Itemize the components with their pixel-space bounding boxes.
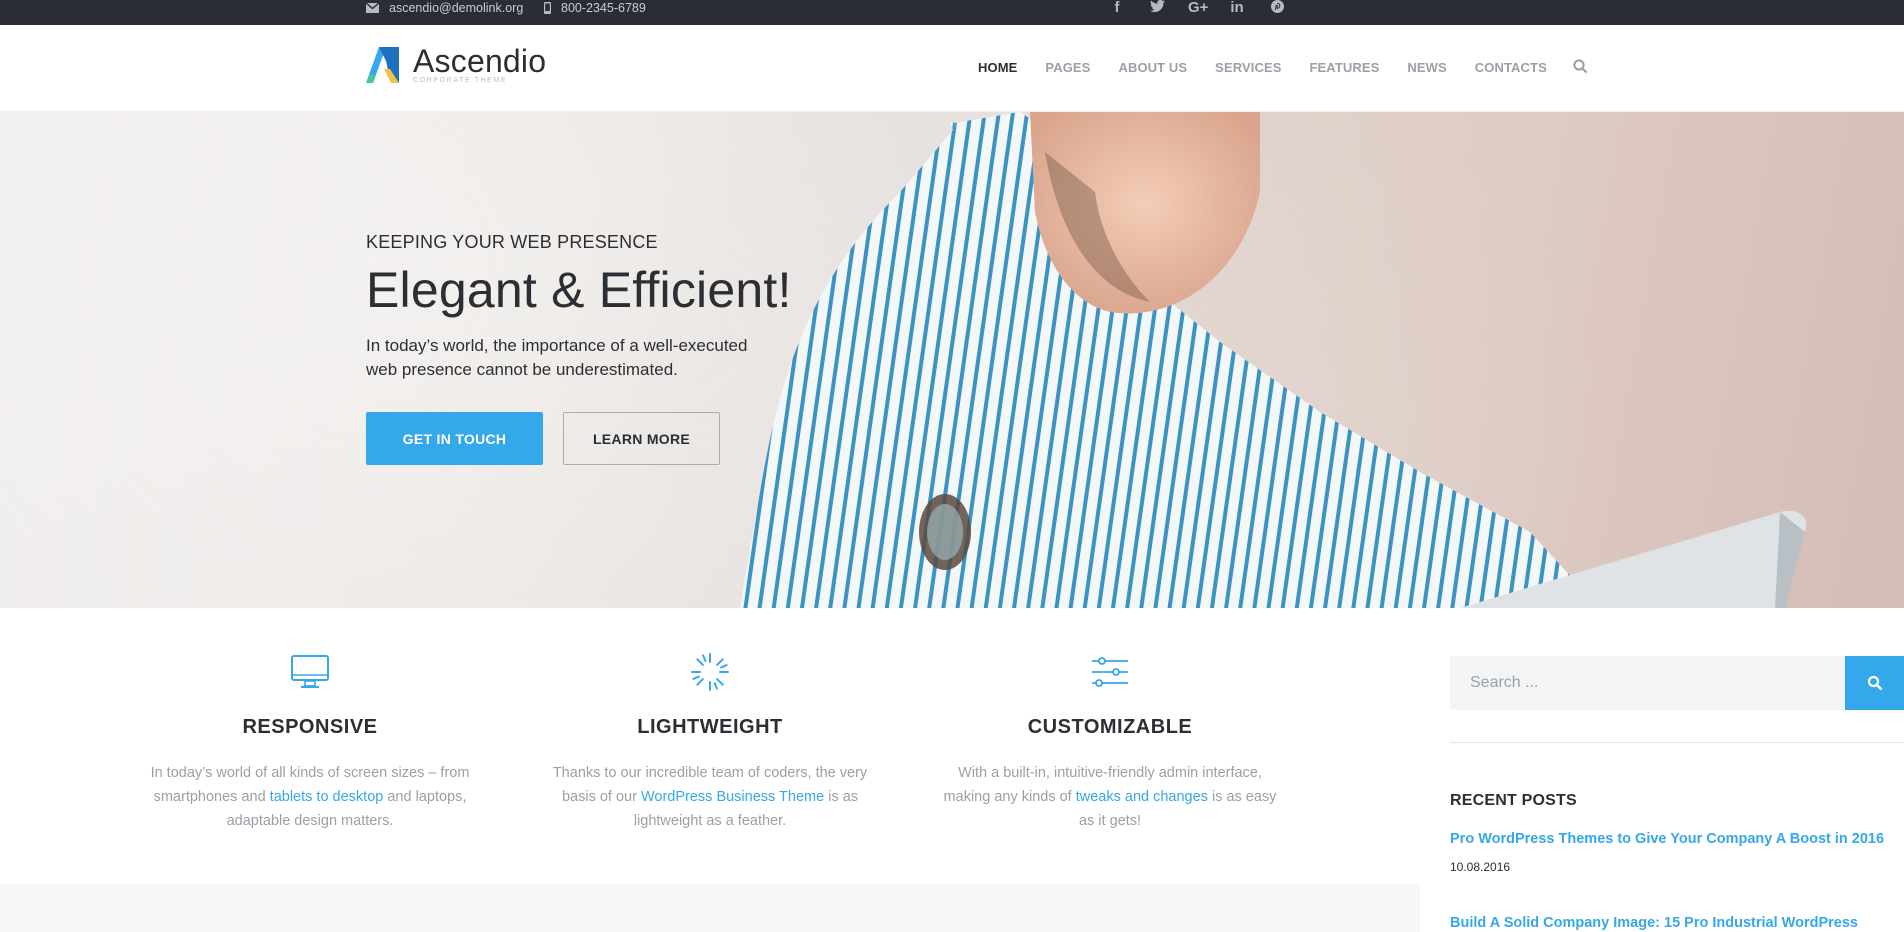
- phone-contact[interactable]: 800-2345-6789: [544, 0, 646, 16]
- linkedin-icon[interactable]: in: [1228, 0, 1246, 16]
- divider: [1450, 742, 1904, 743]
- top-bar: ascendio@demolink.org 800-2345-6789 f G+…: [0, 0, 1904, 25]
- feature-responsive: RESPONSIVE In today’s world of all kinds…: [140, 652, 480, 833]
- nav-news[interactable]: NEWS: [1407, 60, 1446, 75]
- nav-contacts[interactable]: CONTACTS: [1475, 60, 1547, 75]
- feature-title: RESPONSIVE: [242, 716, 378, 738]
- hero-title: Elegant & Efficient!: [366, 262, 792, 318]
- search-button[interactable]: [1845, 656, 1904, 710]
- get-in-touch-button[interactable]: GET IN TOUCH: [366, 412, 543, 465]
- google-plus-icon[interactable]: G+: [1188, 0, 1208, 16]
- feature-customizable: CUSTOMIZABLE With a built-in, intuitive-…: [940, 652, 1280, 833]
- feature-link[interactable]: WordPress Business Theme: [641, 789, 824, 805]
- pinterest-icon[interactable]: [1268, 0, 1286, 17]
- nav-services[interactable]: SERVICES: [1215, 60, 1281, 75]
- social-links: f G+ in: [1108, 0, 1286, 16]
- monitor-icon: [291, 655, 329, 688]
- envelope-icon: [366, 3, 379, 13]
- features-section: RESPONSIVE In today’s world of all kinds…: [0, 608, 1420, 884]
- nav-features[interactable]: FEATURES: [1309, 60, 1379, 75]
- feature-title: CUSTOMIZABLE: [1027, 716, 1193, 738]
- sidebar: RECENT POSTS Pro WordPress Themes to Giv…: [1450, 608, 1904, 932]
- feature-text: Thanks to our incredible team of coders,…: [552, 765, 868, 829]
- hero-image: [740, 112, 1904, 608]
- logo-icon: [366, 47, 399, 83]
- search-icon: [1867, 675, 1882, 691]
- feature-link[interactable]: tweaks and changes: [1076, 789, 1208, 805]
- feature-link[interactable]: tablets to desktop: [270, 789, 384, 805]
- logo[interactable]: Ascendio CORPORATE THEME: [366, 45, 546, 85]
- nav-home[interactable]: HOME: [978, 60, 1017, 75]
- recent-post-link[interactable]: Build A Solid Company Image: 15 Pro Indu…: [1450, 915, 1858, 931]
- learn-more-button[interactable]: LEARN MORE: [563, 412, 720, 465]
- email-text: ascendio@demolink.org: [389, 1, 524, 15]
- feature-text: In today’s world of all kinds of screen …: [150, 765, 470, 829]
- search-input[interactable]: [1450, 656, 1845, 710]
- site-header: Ascendio CORPORATE THEME HOME PAGES ABOU…: [0, 25, 1904, 112]
- facebook-icon[interactable]: f: [1108, 0, 1126, 16]
- phone-text: 800-2345-6789: [561, 1, 646, 15]
- main-nav: HOME PAGES ABOUT US SERVICES FEATURES NE…: [978, 59, 1588, 75]
- hero-buttons: GET IN TOUCH LEARN MORE: [366, 412, 826, 465]
- nav-pages[interactable]: PAGES: [1045, 60, 1090, 75]
- hero-content: KEEPING YOUR WEB PRESENCE Elegant & Effi…: [366, 232, 826, 465]
- recent-posts-title: RECENT POSTS: [1450, 792, 1577, 809]
- hero-kicker: KEEPING YOUR WEB PRESENCE: [366, 232, 658, 252]
- nav-about-us[interactable]: ABOUT US: [1118, 60, 1187, 75]
- logo-title: Ascendio: [413, 43, 547, 79]
- recent-post-link[interactable]: Pro WordPress Themes to Give Your Compan…: [1450, 831, 1884, 847]
- hero-banner: KEEPING YOUR WEB PRESENCE Elegant & Effi…: [0, 112, 1904, 608]
- sliders-icon: [1092, 657, 1128, 687]
- feature-lightweight: LIGHTWEIGHT Thanks to our incredible tea…: [540, 652, 880, 833]
- hero-description: In today’s world, the importance of a we…: [366, 336, 748, 379]
- email-contact[interactable]: ascendio@demolink.org: [366, 0, 523, 16]
- mobile-phone-icon: [544, 2, 551, 14]
- search-icon[interactable]: [1573, 59, 1588, 74]
- feature-text: With a built-in, intuitive-friendly admi…: [943, 765, 1277, 829]
- loader-icon: [691, 653, 729, 691]
- next-section-strip: [0, 884, 1420, 932]
- sidebar-search: [1450, 656, 1904, 710]
- post-date: 10.08.2016: [1450, 860, 1511, 874]
- feature-title: LIGHTWEIGHT: [637, 716, 783, 738]
- twitter-icon[interactable]: [1148, 0, 1166, 16]
